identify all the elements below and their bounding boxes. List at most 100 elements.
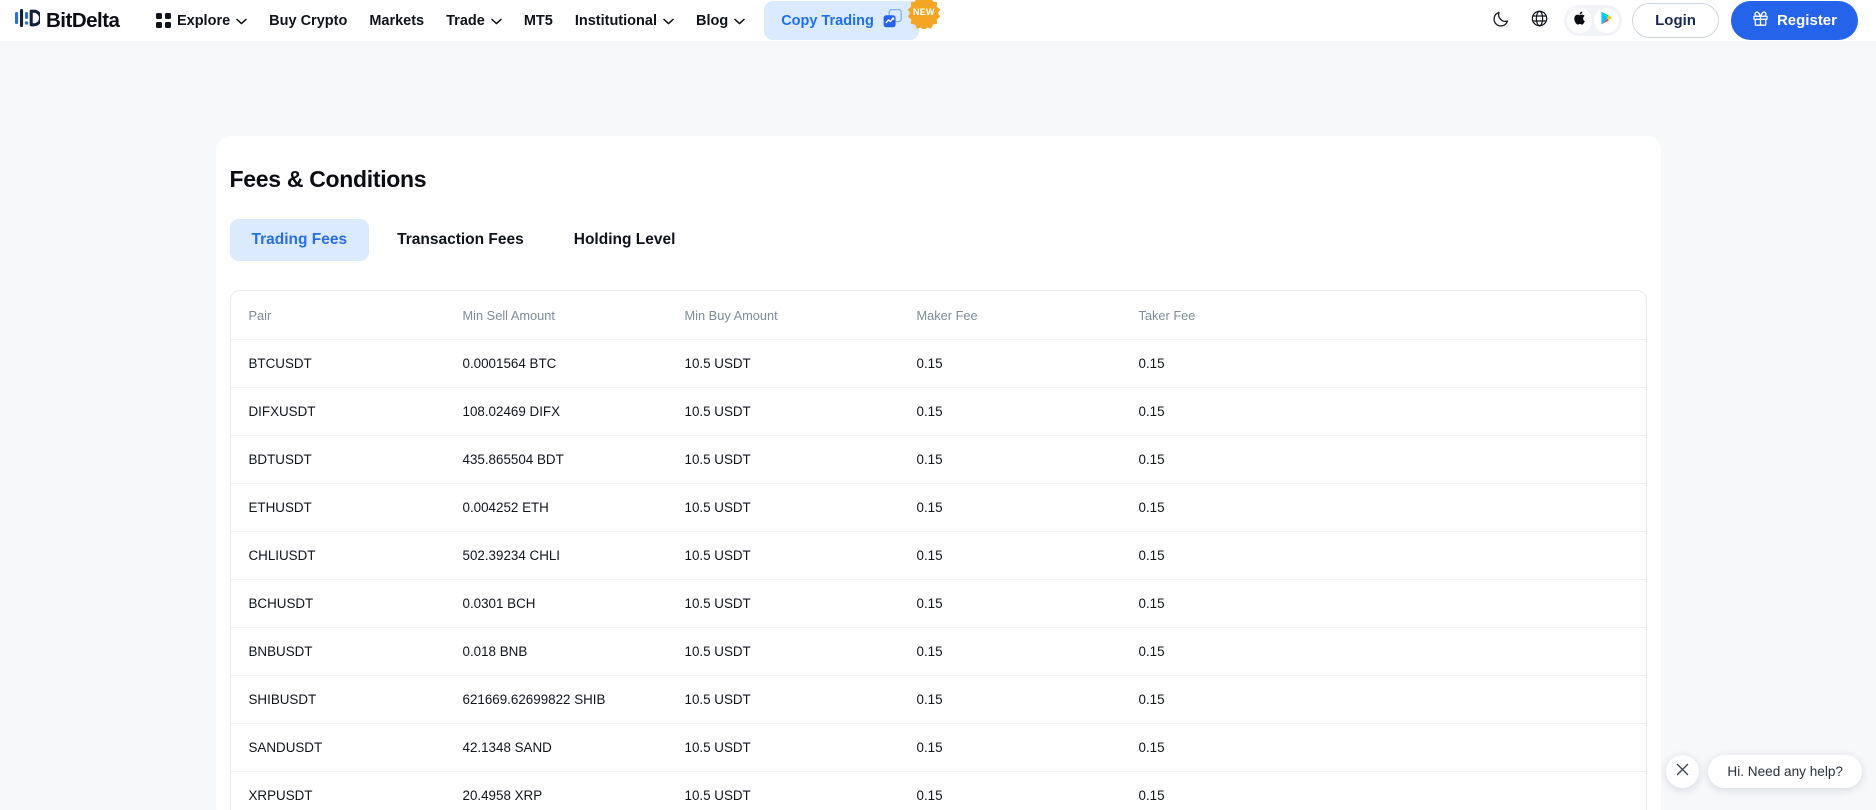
page-title: Fees & Conditions [229, 166, 427, 192]
nav-label: Blog [695, 12, 729, 29]
chat-widget: Hi. Need any help? [1666, 755, 1862, 788]
table-row[interactable]: BCHUSDT 0.0301 BCH 10.5 USDT 0.15 0.15 [230, 579, 1646, 628]
nav-item-blog[interactable]: Blog [685, 7, 756, 35]
cell-pair: BDTUSDT [230, 435, 463, 484]
language-selector-button[interactable] [1520, 2, 1558, 40]
gift-icon [1752, 10, 1769, 31]
table-row[interactable]: ETHUSDT 0.004252 ETH 10.5 USDT 0.15 0.15 [230, 483, 1646, 532]
copy-trading-wrapper: Copy Trading NEW [764, 0, 941, 40]
theme-toggle-button[interactable] [1482, 2, 1520, 40]
table-body: BTCUSDT 0.0001564 BTC 10.5 USDT 0.15 0.1… [230, 339, 1646, 810]
cell-taker-fee: 0.15 [1138, 339, 1646, 388]
nav-label: Buy Crypto [269, 12, 348, 29]
cell-maker-fee: 0.15 [916, 483, 1139, 532]
nav-label: Explore [176, 12, 231, 29]
table-row[interactable]: BDTUSDT 435.865504 BDT 10.5 USDT 0.15 0.… [230, 435, 1646, 484]
cell-min-buy: 10.5 USDT [684, 483, 917, 532]
cell-min-buy: 10.5 USDT [684, 339, 917, 388]
cell-min-buy: 10.5 USDT [684, 387, 917, 436]
fees-conditions-card: Fees & Conditions Trading Fees Transacti… [215, 136, 1661, 810]
table-row[interactable]: SANDUSDT 42.1348 SAND 10.5 USDT 0.15 0.1… [230, 723, 1646, 772]
cell-pair: ETHUSDT [230, 483, 463, 532]
cell-pair: XRPUSDT [230, 771, 463, 810]
copy-trading-label: Copy Trading [781, 12, 874, 29]
bitdelta-logo-icon [14, 8, 43, 33]
chevron-down-icon [236, 13, 247, 29]
cell-maker-fee: 0.15 [916, 387, 1139, 436]
tab-holding-level[interactable]: Holding Level [552, 219, 698, 261]
chevron-down-icon [491, 13, 502, 29]
cell-maker-fee: 0.15 [916, 723, 1139, 772]
apple-icon [1573, 11, 1586, 30]
table-row[interactable]: BTCUSDT 0.0001564 BTC 10.5 USDT 0.15 0.1… [230, 339, 1646, 388]
chevron-down-icon [734, 13, 745, 29]
fees-tabs: Trading Fees Transaction Fees Holding Le… [229, 219, 1647, 261]
nav-item-copy-trading[interactable]: Copy Trading [764, 1, 919, 40]
close-icon [1676, 763, 1689, 781]
cell-maker-fee: 0.15 [916, 675, 1139, 724]
chevron-down-icon [663, 13, 674, 29]
cell-min-sell: 20.4958 XRP [462, 771, 685, 810]
cell-pair: BTCUSDT [230, 339, 463, 388]
cell-maker-fee: 0.15 [916, 435, 1139, 484]
tab-transaction-fees[interactable]: Transaction Fees [375, 219, 546, 261]
cell-pair: SANDUSDT [230, 723, 463, 772]
moon-icon [1492, 9, 1511, 33]
cell-taker-fee: 0.15 [1138, 723, 1646, 772]
table-head: Pair Min Sell Amount Min Buy Amount Make… [230, 291, 1646, 340]
column-header-pair: Pair [230, 291, 463, 340]
table-row[interactable]: CHLIUSDT 502.39234 CHLI 10.5 USDT 0.15 0… [230, 531, 1646, 580]
cell-min-sell: 0.0001564 BTC [462, 339, 685, 388]
google-play-icon [1600, 11, 1613, 30]
cell-taker-fee: 0.15 [1138, 387, 1646, 436]
cell-taker-fee: 0.15 [1138, 675, 1646, 724]
cell-pair: SHIBUSDT [230, 675, 463, 724]
nav-item-markets[interactable]: Markets [358, 7, 435, 35]
cell-min-sell: 0.004252 ETH [462, 483, 685, 532]
table-row[interactable]: BNBUSDT 0.018 BNB 10.5 USDT 0.15 0.15 [230, 627, 1646, 676]
grid-icon [156, 13, 171, 28]
cell-min-buy: 10.5 USDT [684, 675, 917, 724]
tab-trading-fees[interactable]: Trading Fees [229, 219, 370, 261]
top-navigation-bar: BitDelta Explore Buy Crypto Markets Trad… [0, 0, 1876, 41]
cell-min-buy: 10.5 USDT [684, 579, 917, 628]
cell-min-sell: 435.865504 BDT [462, 435, 685, 484]
nav-item-trade[interactable]: Trade [435, 7, 513, 35]
cell-pair: BCHUSDT [230, 579, 463, 628]
cell-taker-fee: 0.15 [1138, 483, 1646, 532]
nav-item-institutional[interactable]: Institutional [564, 7, 685, 35]
cell-min-sell: 0.018 BNB [462, 627, 685, 676]
cell-min-sell: 621669.62699822 SHIB [462, 675, 685, 724]
nav-item-buy-crypto[interactable]: Buy Crypto [258, 7, 358, 35]
page-body: Fees & Conditions Trading Fees Transacti… [0, 41, 1876, 810]
nav-label: Institutional [574, 12, 657, 29]
nav-item-mt5[interactable]: MT5 [513, 7, 564, 35]
cell-min-sell: 502.39234 CHLI [462, 531, 685, 580]
table-row[interactable]: SHIBUSDT 621669.62699822 SHIB 10.5 USDT … [230, 675, 1646, 724]
cell-min-buy: 10.5 USDT [684, 627, 917, 676]
app-store-button[interactable] [1567, 8, 1593, 33]
cell-taker-fee: 0.15 [1138, 579, 1646, 628]
cell-maker-fee: 0.15 [916, 531, 1139, 580]
cell-pair: BNBUSDT [230, 627, 463, 676]
brand-logo[interactable]: BitDelta [14, 8, 120, 33]
table-row[interactable]: DIFXUSDT 108.02469 DIFX 10.5 USDT 0.15 0… [230, 387, 1646, 436]
cell-min-buy: 10.5 USDT [684, 435, 917, 484]
trading-fees-table-container: Pair Min Sell Amount Min Buy Amount Make… [229, 290, 1647, 810]
table-row[interactable]: XRPUSDT 20.4958 XRP 10.5 USDT 0.15 0.15 [230, 771, 1646, 810]
play-store-button[interactable] [1594, 8, 1620, 33]
primary-navigation: Explore Buy Crypto Markets Trade MT5 Ins… [145, 0, 941, 40]
chat-prompt-bubble[interactable]: Hi. Need any help? [1708, 755, 1862, 788]
chat-close-button[interactable] [1666, 755, 1700, 788]
cell-maker-fee: 0.15 [916, 627, 1139, 676]
login-button[interactable]: Login [1632, 3, 1719, 38]
nav-item-explore[interactable]: Explore [145, 7, 258, 35]
copy-trading-chart-icon [883, 8, 902, 32]
cell-min-sell: 42.1348 SAND [462, 723, 685, 772]
brand-name: BitDelta [46, 8, 120, 32]
new-badge-label: NEW [913, 7, 935, 17]
register-button[interactable]: Register [1730, 1, 1858, 40]
column-header-taker-fee: Taker Fee [1138, 291, 1646, 340]
cell-min-buy: 10.5 USDT [684, 771, 917, 810]
new-badge: NEW [907, 0, 941, 29]
